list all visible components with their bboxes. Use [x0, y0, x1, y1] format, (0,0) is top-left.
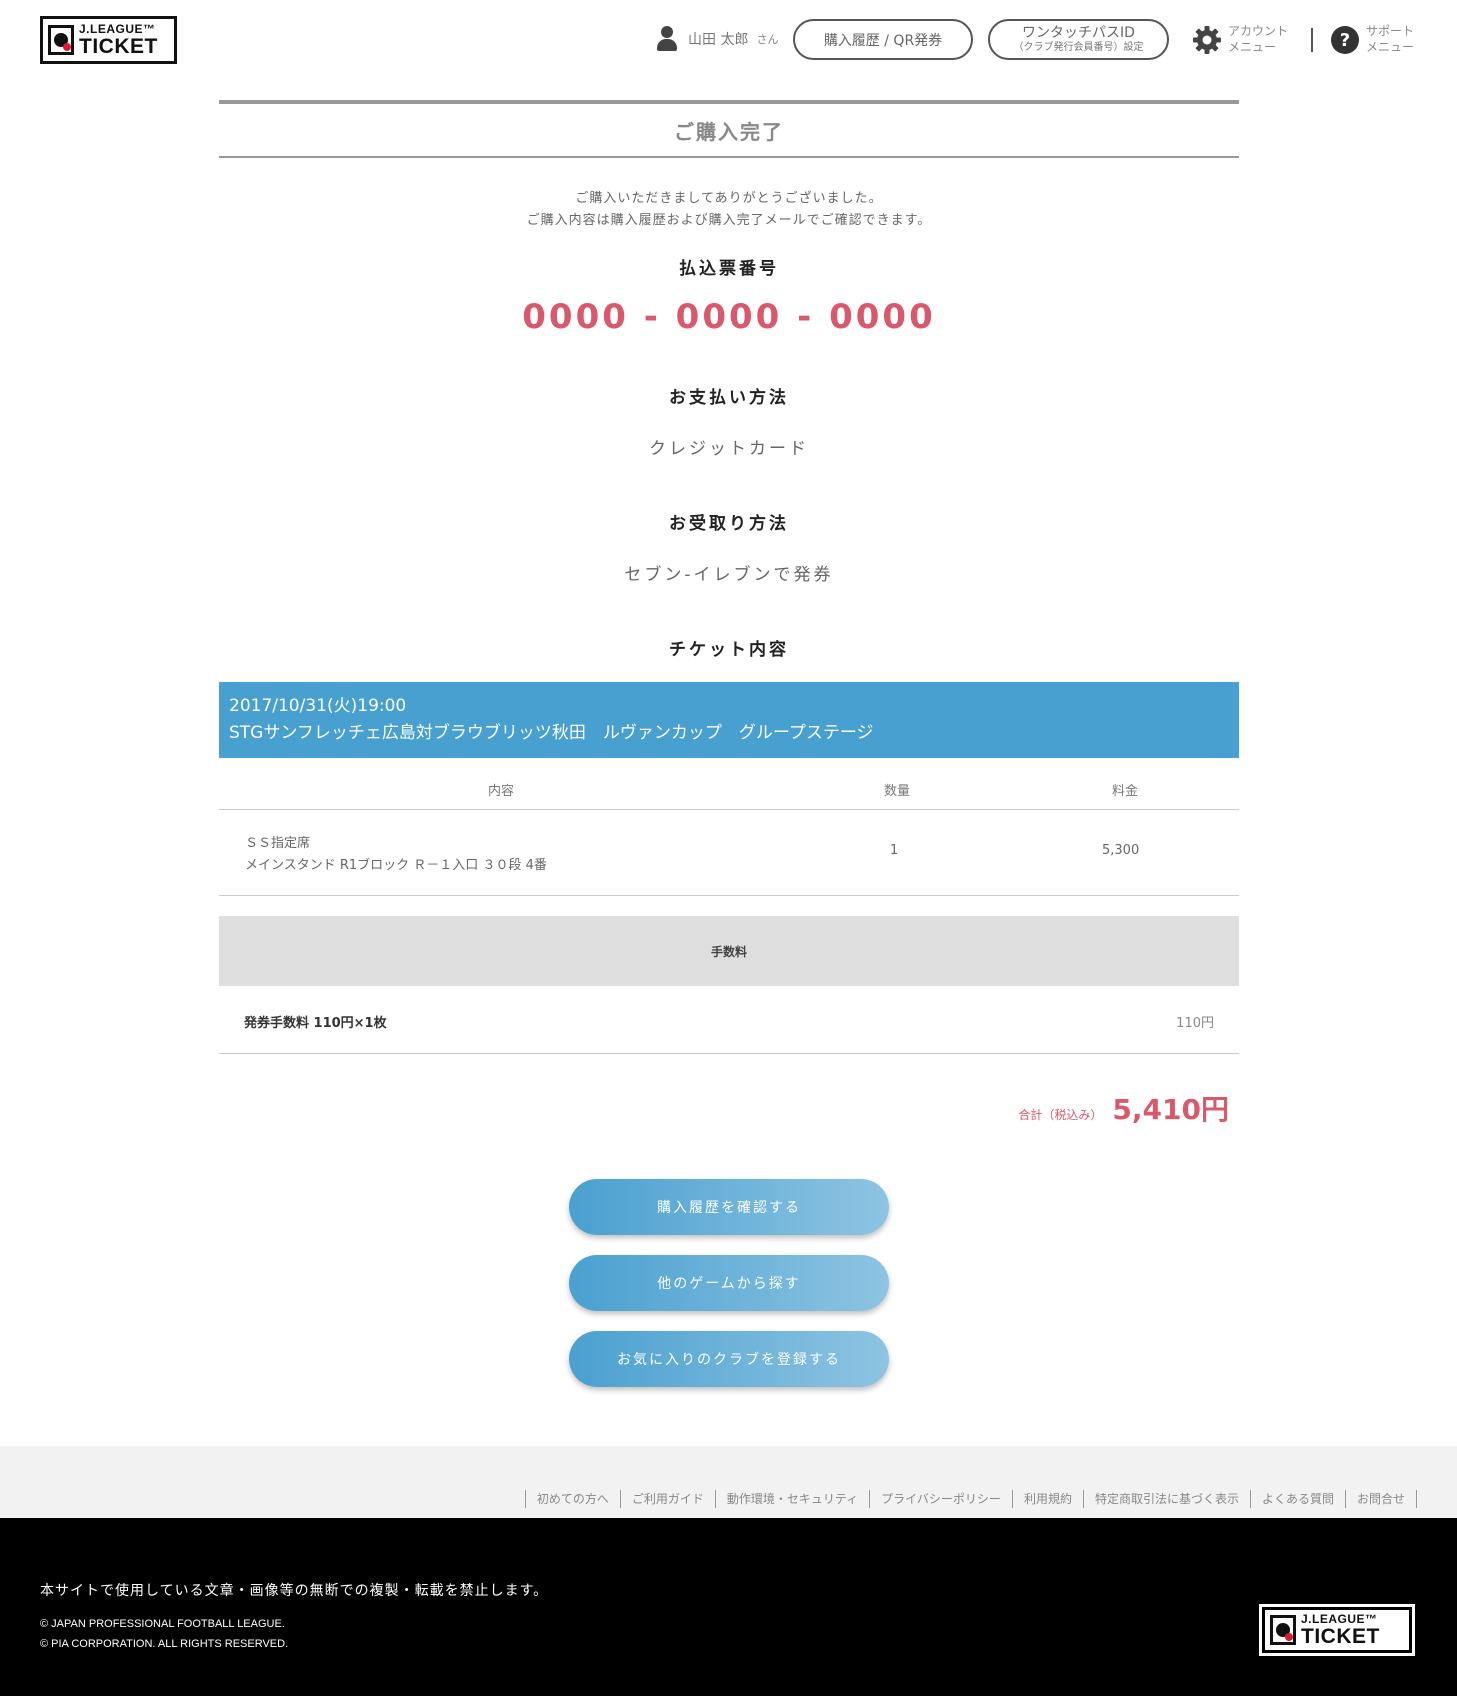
- user-suffix: さん: [756, 33, 779, 46]
- footer-link-terms[interactable]: 利用規約: [1011, 1490, 1083, 1508]
- logo-text-top: J.LEAGUE™: [79, 22, 156, 36]
- total-label: 合計（税込み）: [1018, 1108, 1103, 1122]
- help-icon: ?: [1330, 25, 1360, 55]
- footer-link-guide[interactable]: ご利用ガイド: [619, 1490, 715, 1508]
- col-quantity: 数量: [884, 784, 911, 799]
- one-touch-pass-label: ワンタッチパスID: [1022, 25, 1135, 42]
- gear-icon: [1192, 25, 1222, 55]
- site-header: J.LEAGUE™ TICKET 山田 太郎 さん 購入履歴 / QR発券 ワン…: [0, 0, 1457, 80]
- col-price: 料金: [1112, 784, 1139, 799]
- thanks-line-2: ご購入内容は購入履歴および購入完了メールでご確認できます。: [526, 213, 932, 228]
- svg-text:?: ?: [1340, 30, 1350, 51]
- copyright-jleague: © JAPAN PROFESSIONAL FOOTBALL LEAGUE.: [40, 1618, 285, 1630]
- purchase-history-label: 購入履歴 / QR発券: [823, 32, 943, 49]
- fee-item-value: 110円: [1176, 1016, 1214, 1031]
- footer-link-contact[interactable]: お問合せ: [1344, 1490, 1417, 1508]
- fee-row: 発券手数料 110円×1枚 110円: [219, 986, 1239, 1054]
- footer-logo[interactable]: J.LEAGUE™ TICKET: [1259, 1604, 1415, 1656]
- payment-method-value: クレジットカード: [649, 439, 809, 459]
- copyright-pia: © PIA CORPORATION. ALL RIGHTS RESERVED.: [40, 1638, 289, 1650]
- account-menu-label-2: メニュー: [1228, 39, 1277, 54]
- fee-item-label: 発券手数料 110円×1枚: [244, 1016, 387, 1031]
- footer-link-beginners[interactable]: 初めての方へ: [524, 1490, 620, 1508]
- copyright-notice: 本サイトで使用している文章・画像等の無断での複製・転載を禁止します。: [40, 1583, 549, 1599]
- logo-text-main: TICKET: [79, 35, 158, 58]
- event-date: 2017/10/31(火)19:00: [229, 696, 407, 716]
- footer-link-faq[interactable]: よくある質問: [1249, 1490, 1345, 1508]
- jleague-mark-icon: [48, 25, 74, 55]
- footer-links-bar: 初めての方へ ご利用ガイド 動作環境・セキュリティ プライバシーポリシー 利用規…: [0, 1446, 1457, 1518]
- support-menu-label-2: メニュー: [1366, 39, 1415, 54]
- thanks-line-1: ご購入いただきましてありがとうございました。: [575, 191, 883, 206]
- payment-method-label: お支払い方法: [669, 388, 789, 408]
- site-footer: 本サイトで使用している文章・画像等の無断での複製・転載を禁止します。 © JAP…: [0, 1518, 1457, 1696]
- fee-header: 手数料: [219, 916, 1239, 986]
- total-amount: 5,410円: [1112, 1093, 1229, 1126]
- thanks-message: ご購入いただきましてありがとうございました。 ご購入内容は購入履歴および購入完了…: [219, 188, 1239, 232]
- person-icon: [656, 26, 678, 52]
- ticket-table-header: 内容 数量 料金: [219, 758, 1239, 810]
- seat-detail: メインスタンド R1ブロック Ｒ－１入口 ３０段 4番: [245, 858, 547, 873]
- header-divider: [1311, 28, 1313, 52]
- ticket-quantity: 1: [890, 843, 899, 858]
- user-info: 山田 太郎 さん: [656, 26, 778, 52]
- user-name: 山田 太郎: [688, 32, 749, 48]
- purchase-history-button[interactable]: 購入履歴 / QR発券: [793, 19, 973, 60]
- receipt-method-label: お受取り方法: [669, 514, 789, 534]
- support-menu-label-1: サポート: [1366, 24, 1415, 38]
- receipt-method-value: セブン-イレブンで発券: [624, 565, 834, 585]
- footer-link-privacy[interactable]: プライバシーポリシー: [869, 1490, 1012, 1508]
- seat-type: ＳＳ指定席: [245, 836, 311, 851]
- col-content: 内容: [488, 784, 515, 799]
- event-name: STGサンフレッチェ広島対ブラウブリッツ秋田 ルヴァンカップ グループステージ: [229, 723, 874, 743]
- footer-link-commerce-law[interactable]: 特定商取引法に基づく表示: [1082, 1490, 1250, 1508]
- ticket-price: 5,300: [1102, 843, 1140, 858]
- support-menu-button[interactable]: ? サポート メニュー: [1330, 24, 1414, 55]
- account-menu-button[interactable]: アカウント メニュー: [1192, 24, 1288, 55]
- favorite-club-button[interactable]: お気に入りのクラブを登録する: [569, 1331, 889, 1387]
- total-price: 合計（税込み） 5,410円: [1018, 1088, 1229, 1128]
- account-menu-label-1: アカウント: [1228, 24, 1289, 38]
- footer-link-environment[interactable]: 動作環境・セキュリティ: [714, 1490, 869, 1508]
- jleague-mark-icon: [1270, 1615, 1296, 1645]
- event-header: 2017/10/31(火)19:00 STGサンフレッチェ広島対ブラウブリッツ秋…: [219, 682, 1239, 758]
- one-touch-pass-button[interactable]: ワンタッチパスID （クラブ発行会員番号）設定: [988, 19, 1169, 60]
- other-games-button[interactable]: 他のゲームから探す: [569, 1255, 889, 1311]
- payment-number-value: 0000 - 0000 - 0000: [522, 297, 936, 337]
- payment-number-label: 払込票番号: [679, 259, 779, 279]
- footer-links: 初めての方へ ご利用ガイド 動作環境・セキュリティ プライバシーポリシー 利用規…: [524, 1490, 1417, 1508]
- check-history-button[interactable]: 購入履歴を確認する: [569, 1179, 889, 1235]
- footer-logo-text-top: J.LEAGUE™: [1301, 1612, 1378, 1626]
- table-row: ＳＳ指定席 メインスタンド R1ブロック Ｒ－１入口 ３０段 4番 1 5,30…: [219, 810, 1239, 896]
- page-title: ご購入完了: [219, 100, 1239, 158]
- one-touch-pass-sublabel: （クラブ発行会員番号）設定: [1013, 41, 1144, 53]
- ticket-content-label: チケット内容: [669, 640, 789, 660]
- purchase-complete-section: ご購入完了 ご購入いただきましてありがとうございました。 ご購入内容は購入履歴お…: [219, 100, 1239, 660]
- jleague-ticket-logo[interactable]: J.LEAGUE™ TICKET: [40, 16, 177, 64]
- footer-logo-text-main: TICKET: [1301, 1625, 1380, 1648]
